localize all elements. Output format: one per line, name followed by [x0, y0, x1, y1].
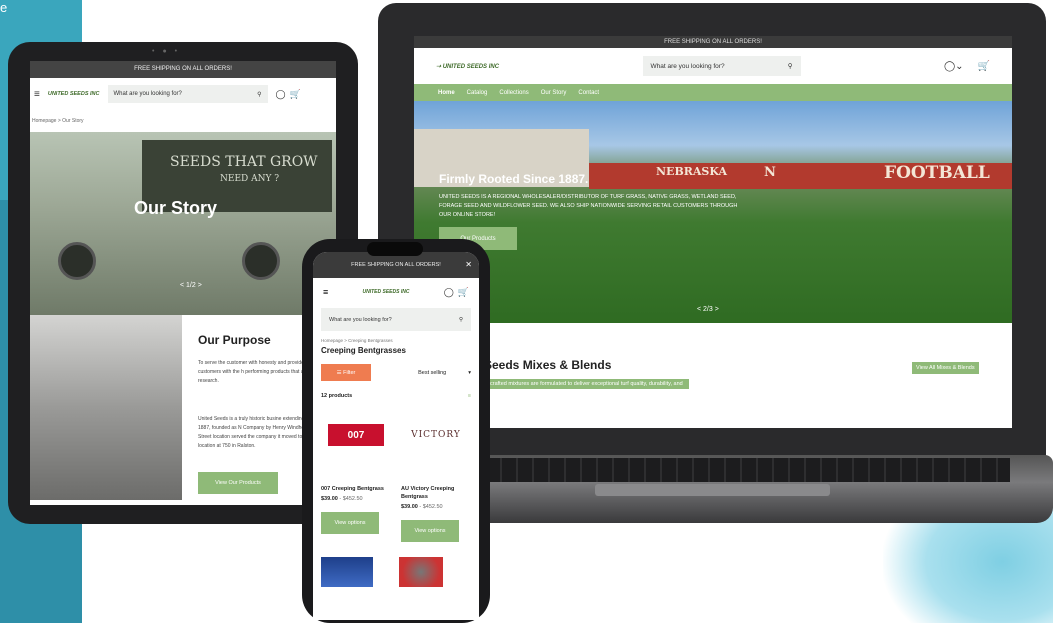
wall-text-n: N [764, 165, 776, 180]
announcement-bar: FREE SHIPPING ON ALL ORDERS! [414, 36, 1012, 48]
product-name[interactable]: 007 Creeping Bentgrass [321, 485, 391, 493]
our-story-hero: SEEDS THAT GROW NEED ANY ? Our Story < 1… [30, 132, 336, 315]
breadcrumb: Homepage > Creeping Bentgrasses [321, 338, 393, 343]
chevron-down-icon: ▾ [468, 369, 471, 376]
header-icons: ◯ 🛒 [444, 287, 469, 298]
brand-logo-victory: VICTORY [411, 430, 461, 440]
tablet-screen: FREE SHIPPING ON ALL ORDERS! ≡ UNITED SE… [30, 61, 336, 505]
phone-notch [367, 242, 423, 256]
cart-icon[interactable]: 🛒 [458, 287, 469, 298]
main-nav: Home Catalog Collections Our Story Conta… [414, 84, 1012, 101]
product-count: 12 products [321, 393, 353, 399]
hero-banner: NEBRASKA N FOOTBALL Firmly Rooted Since … [414, 101, 1012, 323]
product-card[interactable]: 007 007 Creeping Bentgrass $39.00 - $452… [321, 413, 391, 542]
nav-catalog[interactable]: Catalog [467, 90, 488, 96]
breadcrumb: Homepage > Our Story [32, 118, 84, 124]
purpose-section: Our Purpose To serve the customer with h… [30, 315, 336, 505]
truck-sign-text-2: NEED ANY ? [220, 174, 280, 184]
search-icon[interactable]: ⚲ [459, 317, 463, 323]
truck-wheel [242, 242, 280, 280]
sort-select[interactable]: Best selling ▾ [418, 370, 471, 376]
product-grid-row-2 [313, 542, 479, 587]
leaf-icon: ➝ [436, 63, 443, 70]
nav-home[interactable]: Home [438, 90, 455, 96]
product-image[interactable]: 007 [321, 413, 391, 457]
truck-wheel [58, 242, 96, 280]
cart-icon[interactable]: 🛒 [290, 89, 301, 100]
corner-text-fragment: e [0, 0, 8, 15]
search-input[interactable]: What are you looking for? ⚲ [642, 56, 801, 76]
filter-button[interactable]: ☰ Filter [321, 364, 371, 381]
nav-contact[interactable]: Contact [578, 90, 599, 96]
mixes-section: Seeds Mixes & Blends crafted mixtures ar… [414, 323, 1012, 428]
hero-title: Firmly Rooted Since 1887. [439, 172, 589, 186]
phone-screen: FREE SHIPPING ON ALL ORDERS! ✕ ≡ UNITED … [313, 252, 479, 620]
cart-icon[interactable]: 🛒 [978, 61, 990, 72]
site-header: ≡ UNITED SEEDS INC What are you looking … [30, 78, 336, 110]
account-icon[interactable]: ◯ [276, 89, 286, 100]
search-icon[interactable]: ⚲ [257, 91, 261, 98]
hamburger-menu-icon[interactable]: ≡ [323, 287, 328, 297]
product-card[interactable]: VICTORY AU Victory Creeping Bentgrass $3… [401, 413, 471, 542]
filter-bar: ☰ Filter Best selling ▾ [313, 355, 479, 381]
site-header: ≡ UNITED SEEDS INC ◯ 🛒 [313, 278, 479, 306]
header-icons: ◯ 🛒 [276, 89, 301, 100]
product-price: $39.00 - $452.50 [401, 504, 443, 510]
account-icon[interactable]: ◯ [444, 287, 454, 298]
product-name[interactable]: AU Victory Creeping Bentgrass [401, 485, 471, 501]
product-grid: 007 007 Creeping Bentgrass $39.00 - $452… [313, 399, 479, 542]
tablet-camera: •●• [152, 48, 186, 55]
nav-collections[interactable]: Collections [499, 90, 528, 96]
hamburger-menu-icon[interactable]: ≡ [34, 89, 40, 100]
laptop-keyboard [470, 458, 1010, 482]
view-products-button[interactable]: View Our Products [198, 472, 278, 494]
close-icon[interactable]: ✕ [465, 260, 472, 269]
nav-our-story[interactable]: Our Story [541, 90, 567, 96]
product-image-fish-logo[interactable] [399, 557, 443, 587]
account-icon[interactable]: ◯⌄ [944, 61, 964, 72]
header-icons: ◯⌄ 🛒 [944, 61, 990, 72]
site-logo[interactable]: ➝ UNITED SEEDS INC [436, 63, 499, 70]
hero-pager[interactable]: < 2/3 > [697, 306, 719, 313]
product-image[interactable]: VICTORY [401, 413, 471, 457]
hero-title: Our Story [134, 198, 218, 218]
site-logo[interactable]: UNITED SEEDS INC [363, 289, 410, 295]
collection-title: Creeping Bentgrasses [321, 346, 406, 355]
view-options-button[interactable]: View options [401, 520, 459, 542]
wall-text-nebraska: NEBRASKA [656, 165, 728, 178]
search-icon[interactable]: ⚲ [788, 62, 793, 70]
list-view-icon[interactable]: ≡ [468, 393, 471, 399]
section-title: Seeds Mixes & Blends [484, 358, 612, 372]
hero-pager[interactable]: < 1/2 > [180, 282, 202, 289]
laptop-trackpad [595, 484, 830, 496]
view-all-mixes-button[interactable]: View All Mixes & Blends [912, 362, 979, 374]
product-price: $39.00 - $452.50 [321, 496, 363, 502]
laptop-screen: FREE SHIPPING ON ALL ORDERS! ➝ UNITED SE… [414, 36, 1012, 428]
brand-logo-007: 007 [328, 424, 384, 446]
site-header: ➝ UNITED SEEDS INC What are you looking … [414, 48, 1012, 84]
hero-subtitle: UNITED SEEDS IS A REGIONAL WHOLESALER/DI… [439, 194, 738, 218]
product-image-t1[interactable] [321, 557, 373, 587]
search-input[interactable]: What are you looking for? ⚲ [321, 308, 471, 331]
wall-text-football: FOOTBALL [884, 163, 990, 183]
truck-sign-text: SEEDS THAT GROW [170, 154, 318, 170]
search-input[interactable]: What are you looking for? ⚲ [107, 85, 268, 103]
purpose-title: Our Purpose [198, 333, 271, 347]
announcement-bar: FREE SHIPPING ON ALL ORDERS! [30, 61, 336, 78]
view-options-button[interactable]: View options [321, 512, 379, 534]
section-subtitle: crafted mixtures are formulated to deliv… [484, 379, 689, 389]
historic-photo [30, 315, 182, 500]
site-logo[interactable]: UNITED SEEDS INC [48, 91, 100, 97]
product-count-row: 12 products ≡ [313, 381, 479, 399]
